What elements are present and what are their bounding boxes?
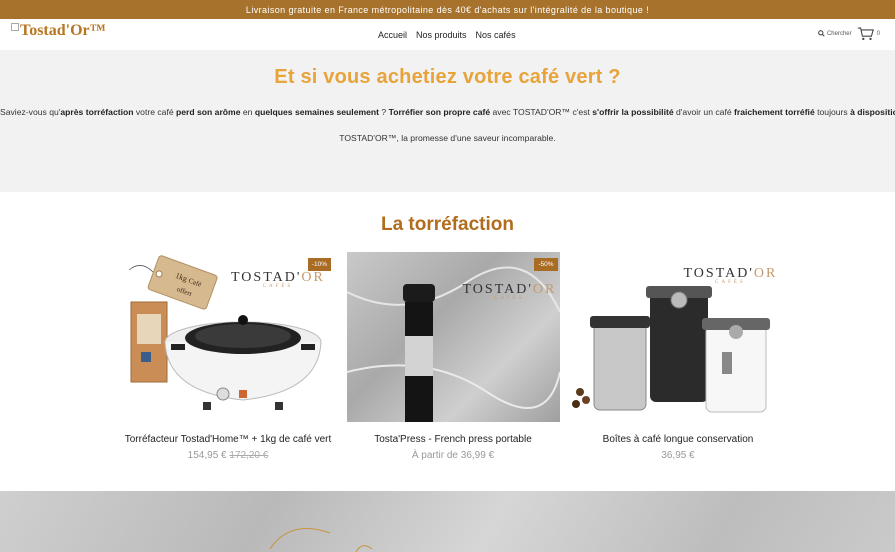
product-name[interactable]: Torréfacteur Tostad'Home™ + 1kg de café …	[117, 434, 339, 445]
price-prefix: À partir de	[411, 450, 458, 461]
brand-watermark: TOSTAD'OR CAFÉS	[684, 266, 778, 285]
cart-count: 0	[876, 30, 880, 37]
product-image[interactable]: TOSTAD'OR CAFÉS -50%	[346, 252, 560, 422]
para-text: en	[240, 107, 255, 117]
product-grid: 1kg Café offert TOSTAD'OR CAFÉS -10% Tor…	[117, 252, 789, 461]
brand-watermark: TOSTAD'OR CAFÉS	[463, 282, 557, 301]
intro-section: Et si vous achetiez votre café vert ? Sa…	[0, 50, 895, 192]
para-bold: s'offrir la possibilité	[592, 107, 674, 117]
search-label: Chercher	[826, 30, 852, 37]
para-bold: perd son arôme	[176, 107, 241, 117]
main-nav: Accueil Nos produits Nos cafés	[378, 30, 516, 40]
current-price: 154,95 €	[187, 450, 227, 461]
intro-title: Et si vous achetiez votre café vert ?	[274, 66, 621, 88]
broken-image-icon	[11, 23, 19, 31]
intro-tagline: TOSTAD'OR™, la promesse d'une saveur inc…	[339, 133, 556, 143]
bottom-hero-band	[0, 491, 895, 552]
nav-item-accueil[interactable]: Accueil	[378, 30, 407, 40]
nav-item-cafes[interactable]: Nos cafés	[476, 30, 516, 40]
old-price: 172,20 €	[229, 450, 269, 461]
cart-button[interactable]: 0	[857, 26, 880, 41]
para-text: toujours	[814, 107, 851, 117]
product-image[interactable]: 1kg Café offert TOSTAD'OR CAFÉS -10%	[123, 252, 333, 422]
watermark-or: OR	[753, 266, 778, 281]
brand-watermark: TOSTAD'OR CAFÉS	[231, 270, 325, 289]
promo-banner: Livraison gratuite en France métropolita…	[0, 0, 895, 19]
para-text: d'avoir un café	[673, 107, 735, 117]
cart-icon	[857, 27, 874, 41]
product-price: 154,95 € 172,20 €	[117, 450, 339, 461]
header-tools: Chercher 0	[818, 26, 880, 41]
product-name[interactable]: Boîtes à café longue conservation	[567, 434, 789, 445]
watermark-text: TOSTAD'	[231, 270, 302, 285]
gold-arc-decoration	[269, 528, 373, 552]
search-button[interactable]: Chercher	[818, 30, 852, 37]
discount-badge: -50%	[534, 258, 558, 271]
watermark-text: TOSTAD'	[462, 282, 533, 297]
product-card[interactable]: TOSTAD'OR CAFÉS -50% Tosta'Press - Frenc…	[342, 252, 564, 461]
intro-paragraph: Saviez-vous qu'après torréfaction votre …	[0, 107, 895, 117]
product-name[interactable]: Tosta'Press - French press portable	[342, 434, 564, 445]
para-bold: fraichement torréfié	[734, 107, 815, 117]
search-icon	[818, 30, 825, 37]
para-bold: après torréfaction	[60, 107, 134, 117]
para-text: ?	[379, 107, 389, 117]
para-text: votre café	[133, 107, 176, 117]
current-price: 36,99 €	[460, 450, 495, 461]
product-image[interactable]: TOSTAD'OR CAFÉS	[571, 252, 785, 422]
current-price: 36,95 €	[661, 450, 695, 461]
site-logo[interactable]: Tostad'Or™	[11, 22, 106, 40]
nav-item-produits[interactable]: Nos produits	[416, 30, 467, 40]
watermark-or: OR	[301, 270, 325, 285]
product-price: 36,95 €	[567, 450, 789, 461]
para-text: Saviez-vous qu'	[0, 107, 61, 117]
discount-badge: -10%	[307, 258, 331, 271]
watermark-text: TOSTAD'	[683, 266, 754, 281]
site-header: Tostad'Or™ Accueil Nos produits Nos café…	[0, 19, 895, 50]
para-text: avec TOSTAD'OR™ c'est	[490, 107, 593, 117]
product-price: À partir de 36,99 €	[342, 450, 564, 461]
product-card[interactable]: TOSTAD'OR CAFÉS Boîtes à café longue con…	[567, 252, 789, 461]
section-title: La torréfaction	[380, 214, 515, 235]
para-bold: Torréfier son propre café	[388, 107, 491, 117]
french-press-illustration	[346, 266, 560, 422]
promo-text: Livraison gratuite en France métropolita…	[245, 4, 650, 15]
para-bold: à disposition	[850, 107, 895, 117]
para-bold: quelques semaines seulement	[254, 107, 380, 117]
watermark-or: OR	[532, 282, 557, 297]
product-card[interactable]: 1kg Café offert TOSTAD'OR CAFÉS -10% Tor…	[117, 252, 339, 461]
logo-text: Tostad'Or™	[20, 22, 106, 39]
